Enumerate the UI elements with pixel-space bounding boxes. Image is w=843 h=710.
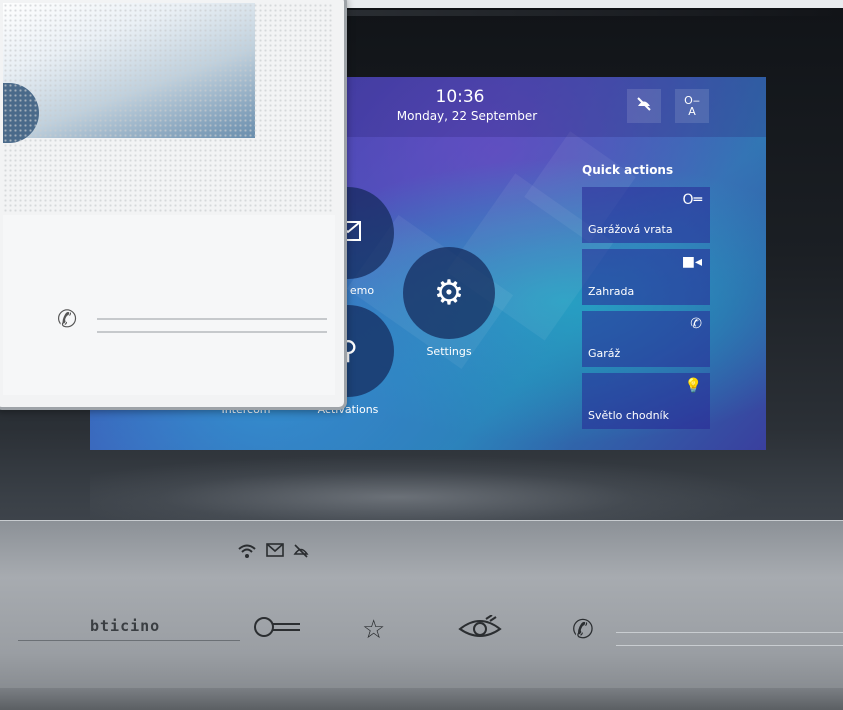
panel-line — [18, 640, 240, 641]
brand-logo: bticino — [90, 617, 161, 635]
star-icon: ☆ — [362, 615, 386, 645]
camera-preview-image — [3, 3, 255, 143]
key-icon — [252, 616, 302, 646]
call-control[interactable]: ✆ — [572, 615, 594, 645]
quick-action-label: Garáž — [588, 347, 621, 360]
memo-label: emo — [349, 284, 375, 297]
quick-action-label: Zahrada — [588, 285, 635, 298]
door-key-control[interactable] — [252, 615, 302, 646]
quick-action-path-light[interactable]: 💡 Světlo chodník — [582, 373, 710, 429]
settings-button[interactable]: ⚙ — [403, 247, 495, 339]
phone-icon: ✆ — [690, 316, 702, 332]
panel-line — [616, 645, 843, 646]
settings-label: Settings — [426, 345, 472, 358]
eye-icon — [458, 614, 502, 648]
wifi-icon — [238, 543, 256, 563]
device-line — [97, 331, 327, 333]
quick-actions-title: Quick actions — [582, 163, 674, 177]
phone-icon[interactable]: ✆ — [57, 305, 77, 333]
quick-action-garage-door[interactable]: O═ Garážová vrata — [582, 187, 710, 243]
gear-icon: ⚙ — [433, 273, 465, 313]
control-panel — [0, 520, 843, 710]
quick-action-garage[interactable]: ✆ Garáž — [582, 311, 710, 367]
favourite-control[interactable]: ☆ — [362, 615, 385, 645]
device-lower-panel — [3, 215, 335, 395]
quick-action-garden[interactable]: ■◂ Zahrada — [582, 249, 710, 305]
clock-date: Monday, 22 September — [396, 109, 538, 123]
clock-time: 10:36 — [435, 87, 485, 107]
phone-icon: ✆ — [572, 615, 594, 645]
mute-icon — [292, 543, 310, 563]
door-key-button[interactable]: O‒ A — [675, 89, 709, 123]
key-a-icon: O‒ A — [684, 94, 700, 118]
panel-line — [616, 632, 843, 633]
secondary-intercom-device: ✆ — [0, 0, 347, 410]
key-icon: O═ — [682, 192, 702, 208]
quick-action-label: Světlo chodník — [588, 409, 669, 422]
do-not-disturb-icon — [635, 95, 653, 117]
person-silhouette — [3, 83, 39, 143]
lightbulb-icon: 💡 — [684, 378, 702, 394]
do-not-disturb-button[interactable] — [627, 89, 661, 123]
device-line — [97, 318, 327, 320]
screen-reflection — [90, 455, 770, 525]
mail-icon — [266, 543, 284, 561]
camera-view-control[interactable] — [458, 614, 502, 648]
device-top-edge — [330, 10, 843, 16]
camera-icon: ■◂ — [681, 254, 702, 270]
quick-action-label: Garážová vrata — [588, 223, 673, 236]
